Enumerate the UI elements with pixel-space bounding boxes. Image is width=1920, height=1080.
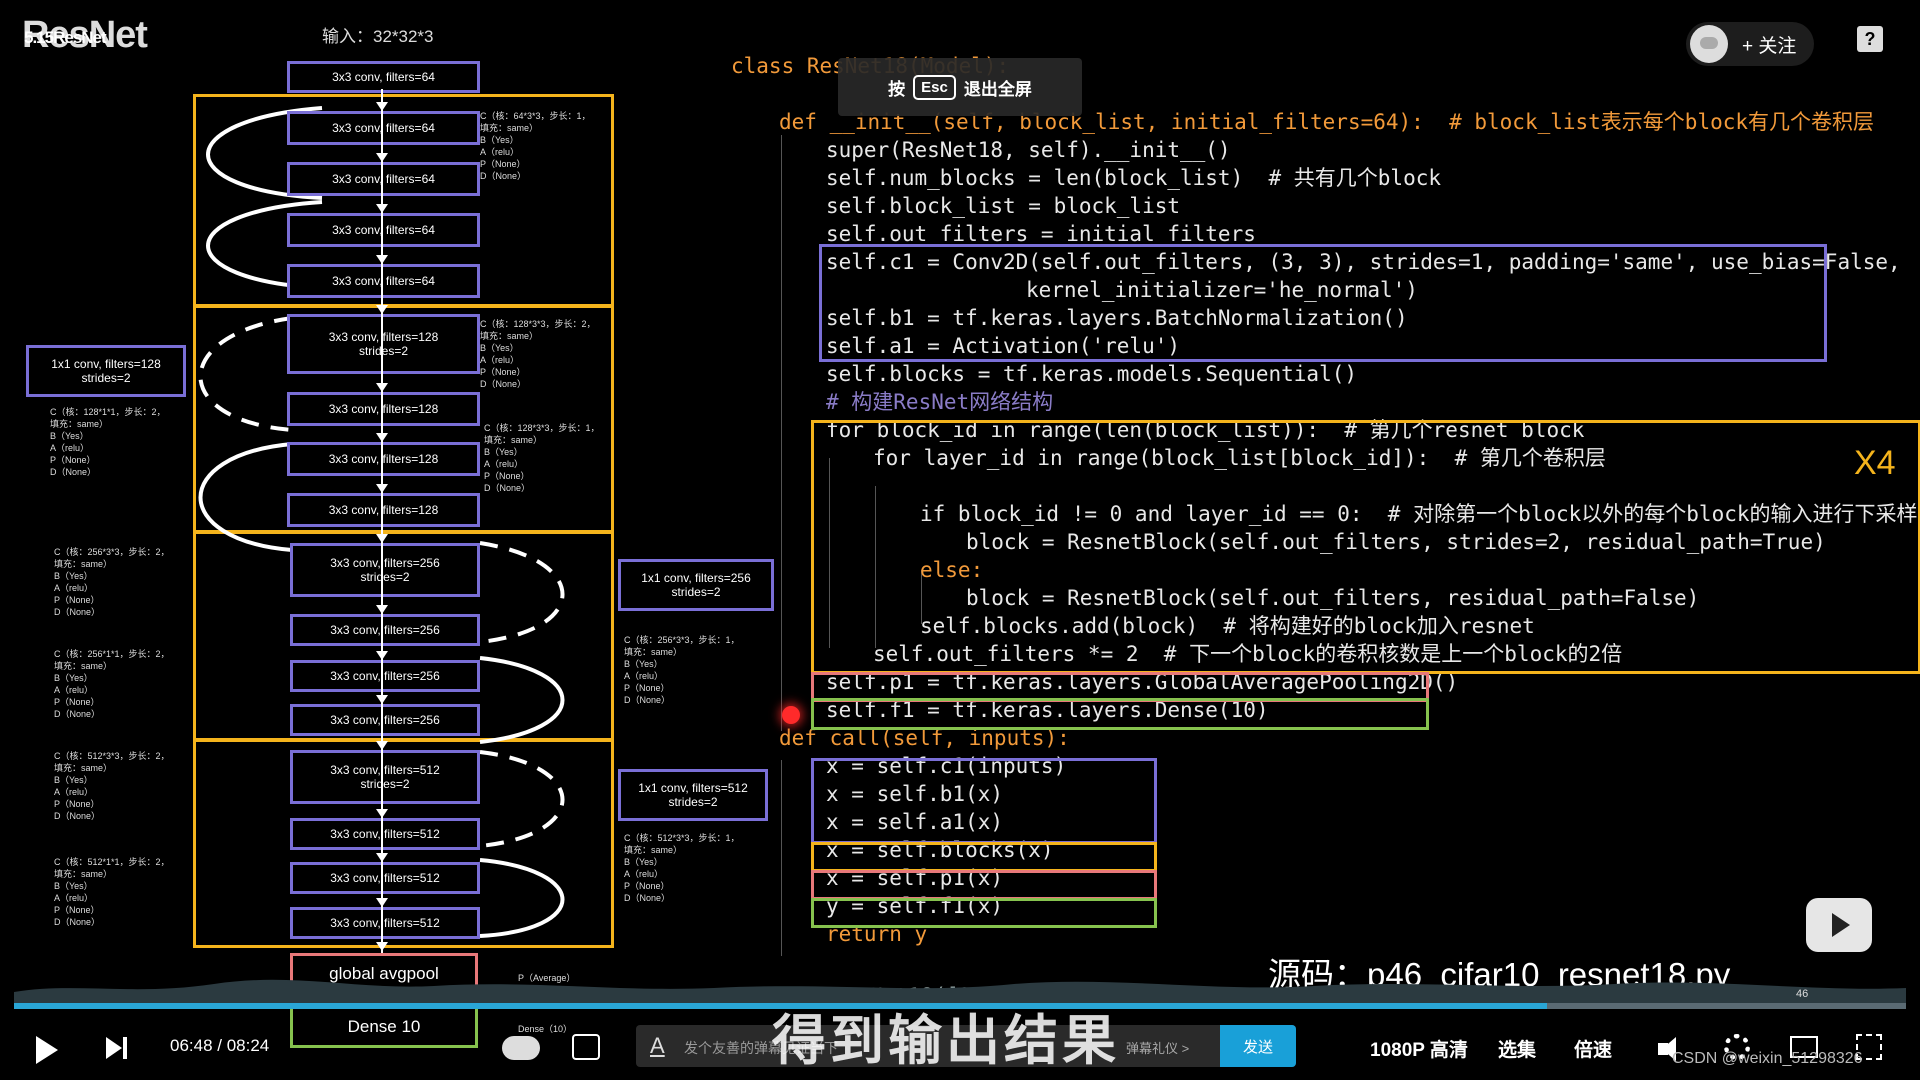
- subtitle-text: 得到输出结果: [772, 1011, 1120, 1071]
- time-separator: /: [212, 1036, 227, 1055]
- annotation-128-left: C（核：128*1*1，步长：2， 填充：same） B（Yes） A（relu…: [50, 407, 166, 477]
- conv-block-128-0: 3x3 conv, filters=128 strides=2: [287, 314, 480, 374]
- annotation-128-right-1: C（核：128*3*3，步长：2， 填充：same） B（Yes） A（relu…: [480, 319, 596, 389]
- flow-arrowhead: [376, 484, 388, 493]
- quality-button[interactable]: 1080P 高清: [1370, 1035, 1468, 1062]
- danmu-send-button[interactable]: 发送: [1220, 1025, 1296, 1067]
- help-icon[interactable]: ?: [1857, 26, 1883, 52]
- esc-key-badge: Esc: [913, 74, 956, 100]
- conv-block-128-1: 3x3 conv, filters=128: [287, 392, 480, 426]
- conv-block-64-0: 3x3 conv, filters=64: [287, 61, 480, 93]
- conv-block-64-3: 3x3 conv, filters=64: [287, 213, 480, 247]
- flow-arrowhead: [376, 651, 388, 660]
- conv-block-512-0: 3x3 conv, filters=512 strides=2: [290, 750, 480, 804]
- conv-block-64-4: 3x3 conv, filters=64: [287, 264, 480, 298]
- conv-block-256-1: 3x3 conv, filters=256: [290, 614, 480, 646]
- annotation-512-left-1: C（核：512*3*3，步长：2， 填充：same） B（Yes） A（relu…: [54, 751, 170, 821]
- conv-block-128-3: 3x3 conv, filters=128: [287, 493, 480, 527]
- dense-note: Dense（10）: [518, 1024, 573, 1034]
- flow-arrowhead: [376, 605, 388, 614]
- danmu-toggle-icon[interactable]: [502, 1036, 540, 1060]
- flow-arrowhead: [376, 534, 388, 543]
- code-line-10: self.blocks = tf.keras.models.Sequential…: [826, 362, 1358, 386]
- indent-guide: [781, 135, 782, 731]
- code-line-4: self.block_list = block_list: [826, 194, 1181, 218]
- annotation-128-right-2: C（核：128*3*3，步长：1， 填充：same） B（Yes） A（relu…: [484, 423, 600, 493]
- esc-tip-pre: 按: [888, 79, 906, 99]
- shortcut-conv-512: 1x1 conv, filters=512 strides=2: [618, 769, 768, 821]
- conv-block-256-2: 3x3 conv, filters=256: [290, 660, 480, 692]
- code-line-2: super(ResNet18, self).__init__(): [826, 138, 1231, 162]
- highlight-call-c1-b1-a1: [811, 758, 1157, 844]
- annotation-256-right: C（核：256*3*3，步长：1， 填充：same） B（Yes） A（relu…: [624, 635, 740, 705]
- flow-arrowhead: [376, 741, 388, 750]
- time-current: 06:48: [170, 1036, 213, 1055]
- indent-guide: [781, 760, 782, 956]
- annotation-512-right: C（核：512*3*3，步长：1， 填充：same） B（Yes） A（relu…: [624, 833, 740, 903]
- flow-arrowhead: [376, 153, 388, 162]
- dense-10-box: Dense 10: [290, 1006, 478, 1048]
- conv-block-256-0: 3x3 conv, filters=256 strides=2: [290, 543, 480, 597]
- video-title-small: 5.15ResNet: [24, 28, 107, 47]
- time-total: 08:24: [226, 1036, 270, 1055]
- highlight-call-blocks: [811, 842, 1157, 872]
- shortcut-conv-128: 1x1 conv, filters=128 strides=2: [26, 345, 186, 397]
- annotation-512-left-2: C（核：512*1*1，步长：2， 填充：same） B（Yes） A（relu…: [54, 857, 170, 927]
- flow-arrowhead: [376, 809, 388, 818]
- conv-block-256-3: 3x3 conv, filters=256: [290, 704, 480, 736]
- flow-arrowhead: [376, 898, 388, 907]
- highlight-blocks-loop: [811, 420, 1920, 674]
- conv-block-64-2: 3x3 conv, filters=64: [287, 162, 480, 196]
- danmu-font-icon[interactable]: A: [650, 1033, 665, 1059]
- csdn-watermark: CSDN @weixin_51298326: [1672, 1050, 1863, 1067]
- follow-label: + 关注: [1742, 35, 1797, 57]
- flow-arrowhead: [376, 942, 388, 951]
- conv-block-512-1: 3x3 conv, filters=512: [290, 818, 480, 850]
- code-line-11: # 构建ResNet网络结构: [826, 390, 1054, 414]
- follow-button[interactable]: + 关注: [1686, 22, 1814, 66]
- episodes-button[interactable]: 选集: [1498, 1035, 1536, 1062]
- esc-tip-post: 退出全屏: [963, 79, 1032, 99]
- annotation-256-left-1: C（核：256*3*3，步长：2， 填充：same） B（Yes） A（relu…: [54, 547, 170, 617]
- conv-block-128-2: 3x3 conv, filters=128: [287, 442, 480, 476]
- chapter-marker: 46: [1796, 988, 1809, 1000]
- conv-block-64-1: 3x3 conv, filters=64: [287, 111, 480, 145]
- diagram-input-label: 输入：32*32*3: [322, 27, 434, 46]
- flow-arrowhead: [376, 204, 388, 213]
- highlight-call-f1: [811, 898, 1157, 928]
- flow-arrowhead: [376, 305, 388, 314]
- exit-fullscreen-tip: 按 Esc 退出全屏: [838, 58, 1082, 116]
- video-watermark-title: ResNet 5.15ResNet: [22, 14, 148, 57]
- conv-block-512-3: 3x3 conv, filters=512: [290, 907, 480, 939]
- time-display: 06:48 / 08:24: [170, 1036, 269, 1056]
- flow-arrowhead: [376, 383, 388, 392]
- danmu-etiquette-link[interactable]: 弹幕礼仪 >: [1126, 1038, 1189, 1057]
- x4-label: X4: [1854, 444, 1896, 482]
- flow-arrowhead: [376, 695, 388, 704]
- main-flow-line: [381, 89, 383, 961]
- conv-block-512-2: 3x3 conv, filters=512: [290, 862, 480, 894]
- flow-arrowhead: [376, 255, 388, 264]
- annotation-256-left-2: C（核：256*1*1，步长：2， 填充：same） B（Yes） A（relu…: [54, 649, 170, 719]
- speed-button[interactable]: 倍速: [1574, 1035, 1612, 1062]
- flow-arrowhead: [376, 433, 388, 442]
- shortcut-conv-256: 1x1 conv, filters=256 strides=2: [618, 559, 774, 611]
- next-icon[interactable]: [106, 1037, 128, 1059]
- annotation-64: C（核：64*3*3，步长：1， 填充：same） B（Yes） A（relu）…: [480, 111, 591, 181]
- code-line-3: self.num_blocks = len(block_list) # 共有几个…: [826, 166, 1442, 190]
- flow-arrowhead: [376, 853, 388, 862]
- danmu-settings-icon[interactable]: [572, 1034, 600, 1060]
- laser-pointer-dot: [782, 706, 800, 724]
- flow-arrowhead: [376, 102, 388, 111]
- avatar: [1690, 25, 1728, 63]
- play-icon[interactable]: [36, 1036, 58, 1064]
- highlight-c1-b1-a1-init: [819, 244, 1827, 362]
- bilibili-tv-icon[interactable]: [1806, 898, 1872, 952]
- highlight-call-p1: [811, 870, 1157, 900]
- highlight-f1-init: [811, 698, 1429, 730]
